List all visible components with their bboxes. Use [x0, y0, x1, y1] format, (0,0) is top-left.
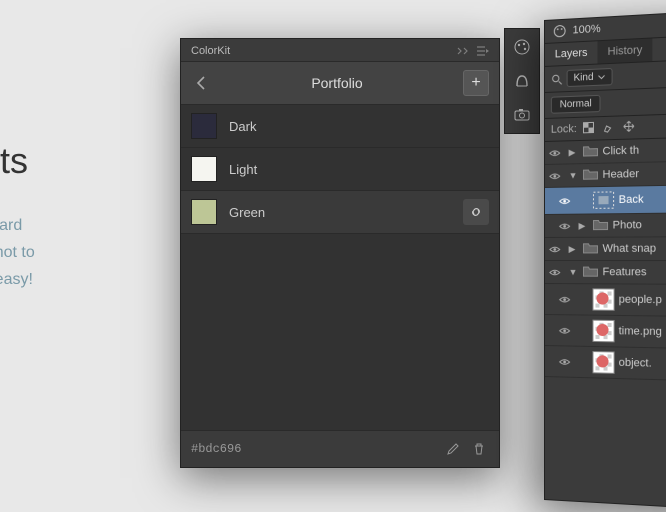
- layer-name: Photo: [613, 218, 666, 231]
- layer-row[interactable]: ▶ Click th: [545, 136, 666, 165]
- disclosure-right-icon[interactable]: ▶: [569, 243, 579, 254]
- tool-column: [504, 28, 540, 134]
- layer-name: Features: [603, 266, 666, 279]
- layer-row[interactable]: ▶ Photo: [545, 213, 666, 238]
- panel-menu-icon[interactable]: [477, 46, 489, 56]
- shape-layer-icon: [592, 191, 614, 210]
- colorkit-title-label: ColorKit: [191, 45, 230, 57]
- layer-name: time.png: [619, 325, 666, 339]
- filter-kind-dropdown[interactable]: Kind: [567, 68, 613, 87]
- tab-history[interactable]: History: [598, 38, 653, 63]
- layer-row[interactable]: ▶ What snap: [545, 237, 666, 261]
- bg-line: standard: [0, 217, 22, 234]
- swatch-row[interactable]: Light: [181, 148, 499, 191]
- blend-mode-dropdown[interactable]: Normal: [551, 95, 601, 114]
- bg-line: very easy!: [0, 271, 33, 288]
- layer-list: ▶ Click th ▼ Header Back ▶ Photo ▶ What snap ▼ Fea…: [545, 136, 666, 382]
- disclosure-right-icon[interactable]: ▶: [579, 220, 589, 231]
- lock-label: Lock:: [551, 123, 577, 136]
- hex-value[interactable]: #bdc696: [191, 442, 437, 456]
- layer-name: Click th: [603, 142, 666, 158]
- link-icon[interactable]: [463, 199, 489, 225]
- lock-brush-icon[interactable]: [603, 121, 617, 136]
- swatch-row[interactable]: Dark: [181, 105, 499, 148]
- add-swatch-button[interactable]: +: [463, 70, 489, 96]
- layers-panel: 100% Layers History Kind Normal Lock: ▶ C…: [544, 8, 666, 511]
- swatch-label: Light: [229, 162, 489, 177]
- swatch-list: Dark Light Green: [181, 105, 499, 430]
- visibility-eye-icon[interactable]: [559, 295, 575, 304]
- plus-icon: +: [471, 74, 480, 92]
- colorkit-footer: #bdc696: [181, 430, 499, 467]
- layer-thumbnail: [592, 351, 614, 374]
- folder-icon: [582, 242, 598, 256]
- folder-icon: [582, 168, 598, 182]
- visibility-eye-icon[interactable]: [559, 357, 575, 366]
- folder-icon: [592, 218, 608, 232]
- visibility-eye-icon[interactable]: [559, 196, 575, 205]
- chevron-down-icon: [598, 74, 606, 80]
- layer-row[interactable]: Back: [545, 185, 666, 215]
- swatches-icon[interactable]: [510, 69, 534, 93]
- layer-name: What snap: [603, 242, 666, 255]
- blend-mode-label: Normal: [560, 98, 592, 110]
- folder-icon: [582, 145, 598, 160]
- disclosure-right-icon[interactable]: ▶: [569, 147, 579, 158]
- swatch-chip: [191, 113, 217, 139]
- swatch-label: Dark: [229, 119, 489, 134]
- disclosure-down-icon[interactable]: ▼: [569, 267, 579, 277]
- visibility-eye-icon[interactable]: [549, 244, 565, 253]
- visibility-eye-icon[interactable]: [549, 148, 565, 157]
- collapse-icon[interactable]: [457, 47, 471, 55]
- layer-name: people.p: [619, 294, 666, 308]
- lock-move-icon[interactable]: [623, 120, 637, 135]
- palette-name: Portfolio: [211, 75, 463, 91]
- visibility-eye-icon[interactable]: [559, 221, 575, 230]
- layer-row[interactable]: time.png: [545, 315, 666, 350]
- colorkit-titlebar[interactable]: ColorKit: [181, 39, 499, 62]
- visibility-eye-icon[interactable]: [549, 268, 565, 277]
- swatch-row[interactable]: Green: [181, 191, 499, 234]
- tab-layers[interactable]: Layers: [545, 41, 598, 66]
- bg-heading: hots: [0, 140, 35, 182]
- app-palette-icon[interactable]: [553, 24, 567, 39]
- layer-row[interactable]: ▼ Header: [545, 160, 666, 188]
- folder-icon: [582, 265, 598, 279]
- layer-name: Header: [603, 166, 666, 181]
- palette-icon[interactable]: [510, 35, 534, 59]
- search-icon[interactable]: [551, 73, 563, 86]
- edit-icon[interactable]: [443, 439, 463, 459]
- layer-row[interactable]: object.: [545, 346, 666, 383]
- colorkit-panel: ColorKit Portfolio + Dark Light Green #bdc…: [180, 38, 500, 468]
- visibility-eye-icon[interactable]: [549, 171, 565, 180]
- colorkit-header: Portfolio +: [181, 62, 499, 105]
- camera-icon[interactable]: [510, 103, 534, 127]
- layer-row[interactable]: ▼ Features: [545, 261, 666, 285]
- background-document: hots standard eenshot to very easy!: [0, 140, 35, 294]
- back-button[interactable]: [191, 73, 211, 93]
- layer-thumbnail: [592, 320, 614, 343]
- layer-name: object.: [619, 357, 666, 372]
- disclosure-down-icon[interactable]: ▼: [569, 170, 579, 180]
- layer-thumbnail: [592, 288, 614, 311]
- trash-icon[interactable]: [469, 439, 489, 459]
- visibility-eye-icon[interactable]: [559, 326, 575, 335]
- swatch-chip: [191, 199, 217, 225]
- filter-kind-label: Kind: [574, 72, 594, 84]
- layer-row[interactable]: people.p: [545, 284, 666, 318]
- zoom-level[interactable]: 100%: [573, 23, 601, 37]
- bg-line: eenshot to: [0, 244, 35, 261]
- lock-transparency-icon[interactable]: [583, 121, 597, 136]
- swatch-label: Green: [229, 205, 463, 220]
- layer-name: Back: [619, 192, 666, 206]
- swatch-chip: [191, 156, 217, 182]
